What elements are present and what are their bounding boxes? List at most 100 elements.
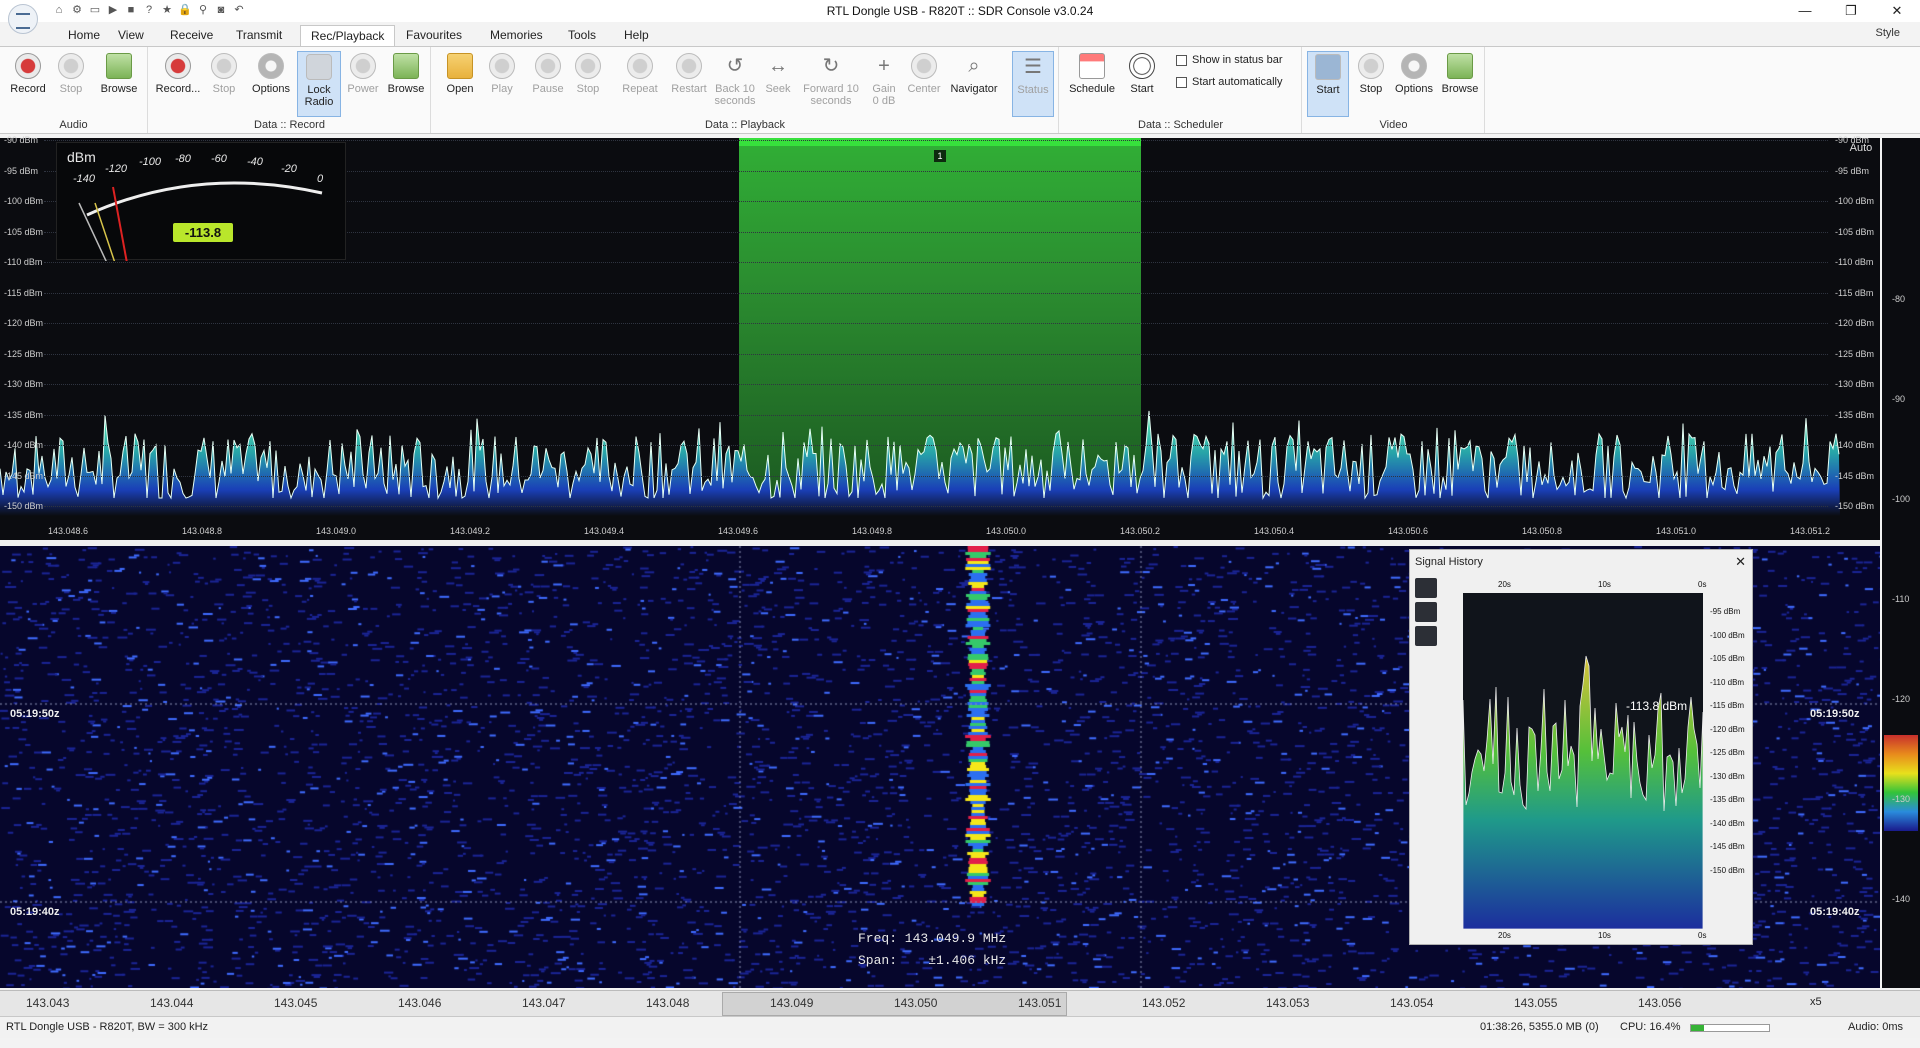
spectrum-y-label: -115 dBm xyxy=(4,287,43,298)
status-audio: Audio: 0ms xyxy=(1848,1021,1904,1033)
open-button[interactable]: Open xyxy=(440,51,480,117)
frequency-bar[interactable]: x5 143.043 143.044 143.045 143.046 143.047 14… xyxy=(0,990,1920,1016)
frequency-bar-label: 143.053 xyxy=(1266,996,1310,1010)
stop-icon xyxy=(1358,53,1384,79)
group-data-record: Record... Stop Options Lock Radio Power B… xyxy=(149,47,431,133)
close-button[interactable]: ✕ xyxy=(1874,0,1920,22)
video-camera-icon xyxy=(1315,54,1341,80)
tab-favourites[interactable]: Favourites xyxy=(396,25,472,46)
spectrum-x-label: 143.049.8 xyxy=(852,526,893,536)
audio-stop-button[interactable]: Stop xyxy=(52,51,90,117)
data-stop-button[interactable]: Stop xyxy=(205,51,243,117)
seek-button[interactable]: ↔ Seek xyxy=(760,51,796,117)
restart-button[interactable]: Restart xyxy=(668,51,710,117)
signal-history-x-label: 10s xyxy=(1598,580,1611,589)
audio-browse-button[interactable]: Browse xyxy=(96,51,142,117)
data-options-button[interactable]: Options xyxy=(247,51,295,117)
signal-history-more-icon[interactable] xyxy=(1415,626,1437,646)
checkbox-box xyxy=(1176,76,1187,88)
s-meter-scale-label: -60 xyxy=(211,153,227,165)
audio-record-button[interactable]: Record xyxy=(6,51,50,117)
data-record-button[interactable]: Record... xyxy=(153,51,203,117)
back-10-button[interactable]: ↺ Back 10 seconds xyxy=(712,51,758,117)
frequency-bar-label: 143.054 xyxy=(1390,996,1434,1010)
repeat-button[interactable]: Repeat xyxy=(618,51,662,117)
spectrum-x-label: 143.050.0 xyxy=(986,526,1027,536)
lock-radio-button[interactable]: Lock Radio xyxy=(297,51,341,117)
scheduler-start-button[interactable]: Start xyxy=(1122,51,1162,117)
tab-help[interactable]: Help xyxy=(614,25,659,46)
show-in-status-bar-checkbox[interactable]: Show in status bar xyxy=(1176,54,1283,66)
minimize-button[interactable]: — xyxy=(1782,0,1828,22)
s-meter-readout: -113.8 xyxy=(173,223,233,242)
signal-history-x-label: 10s xyxy=(1598,931,1611,940)
frequency-bar-label: 143.051 xyxy=(1018,996,1062,1010)
start-automatically-checkbox[interactable]: Start automatically xyxy=(1176,76,1282,88)
tab-view[interactable]: View xyxy=(108,25,154,46)
forward-arrow-icon: ↻ xyxy=(822,55,840,77)
signal-history-panel[interactable]: Signal History ✕ -95 dBm -100 dBm -105 dBm… xyxy=(1409,549,1753,945)
browse-icon xyxy=(1447,53,1473,79)
signal-history-y-label: -130 dBm xyxy=(1710,771,1745,781)
stop-icon xyxy=(58,53,84,79)
repeat-icon xyxy=(627,53,653,79)
style-menu[interactable]: Style xyxy=(1876,27,1900,39)
group-audio: Record Stop Browse Audio xyxy=(0,47,148,133)
center-button[interactable]: Center xyxy=(904,51,944,117)
browse-icon xyxy=(393,53,419,79)
restore-button[interactable]: ❐ xyxy=(1828,0,1874,22)
spectrum-x-label: 143.049.4 xyxy=(584,526,625,536)
playback-stop-button[interactable]: Stop xyxy=(570,51,606,117)
close-icon[interactable]: ✕ xyxy=(1735,550,1746,574)
spectrum-grid-line xyxy=(44,262,1828,263)
video-start-button[interactable]: Start xyxy=(1307,51,1349,117)
video-stop-button[interactable]: Stop xyxy=(1353,51,1389,117)
s-meter[interactable]: dBm -140 -120 -100 -80 -60 -40 -20 0 -11… xyxy=(56,142,346,261)
forward-10-button[interactable]: ↻ Forward 10 seconds xyxy=(800,51,862,117)
tab-home[interactable]: Home xyxy=(58,25,110,46)
pause-button[interactable]: Pause xyxy=(528,51,568,117)
folder-icon xyxy=(447,53,473,79)
video-options-button[interactable]: Options xyxy=(1391,51,1437,117)
waterfall-time-right: 05:19:40z xyxy=(1810,906,1860,918)
zoom-level[interactable]: x5 xyxy=(1810,996,1822,1008)
play-button[interactable]: Play xyxy=(484,51,520,117)
play-icon xyxy=(1129,53,1155,79)
spectrum-y-label-right: -135 dBm xyxy=(1835,409,1875,420)
signal-history-title: Signal History xyxy=(1415,556,1483,568)
cpu-usage-bar xyxy=(1690,1024,1770,1032)
waterfall-color-bar[interactable] xyxy=(1884,735,1918,831)
video-browse-button[interactable]: Browse xyxy=(1437,51,1483,117)
signal-history-header: Signal History ✕ xyxy=(1410,550,1752,574)
signal-history-reset-icon[interactable] xyxy=(1415,578,1437,598)
ribbon: Record Stop Browse Audio Record... Stop … xyxy=(0,46,1920,134)
tab-transmit[interactable]: Transmit xyxy=(226,25,292,46)
data-browse-button[interactable]: Browse xyxy=(383,51,429,117)
signal-history-refresh-icon[interactable] xyxy=(1415,602,1437,622)
frequency-bar-label: 143.047 xyxy=(522,996,566,1010)
s-meter-scale-label: -40 xyxy=(247,156,263,168)
signal-history-y-label: -120 dBm xyxy=(1710,724,1745,734)
schedule-button[interactable]: Schedule xyxy=(1064,51,1120,117)
gain-button[interactable]: + Gain 0 dB xyxy=(868,51,900,117)
restart-icon xyxy=(676,53,702,79)
navigator-button[interactable]: ⌕ Navigator xyxy=(946,51,1002,117)
signal-history-x-label: 20s xyxy=(1498,931,1511,940)
spectrum-grid-line xyxy=(44,353,1828,355)
spectrum-y-label: -150 dBm xyxy=(4,501,44,511)
tab-memories[interactable]: Memories xyxy=(480,25,553,46)
power-button[interactable]: Power xyxy=(343,51,383,117)
signal-history-y-label: -115 dBm xyxy=(1710,701,1745,710)
spectrum-x-label: 143.048.6 xyxy=(48,526,89,536)
status-button[interactable]: ☰ Status xyxy=(1012,51,1054,117)
spectrum-y-label-right: -120 dBm xyxy=(1835,318,1875,328)
spectrum-y-label: -120 dBm xyxy=(4,318,44,328)
frequency-bar-label: 143.050 xyxy=(894,996,938,1010)
signal-history-y-label: -110 dBm xyxy=(1710,677,1745,687)
signal-history-area xyxy=(1462,655,1704,930)
tab-receive[interactable]: Receive xyxy=(160,25,223,46)
tab-rec-playback[interactable]: Rec/Playback xyxy=(300,25,396,46)
frequency-bar-label: 143.043 xyxy=(26,996,70,1010)
tab-tools[interactable]: Tools xyxy=(558,25,606,46)
spectrum-y-label: -95 dBm xyxy=(4,165,39,176)
